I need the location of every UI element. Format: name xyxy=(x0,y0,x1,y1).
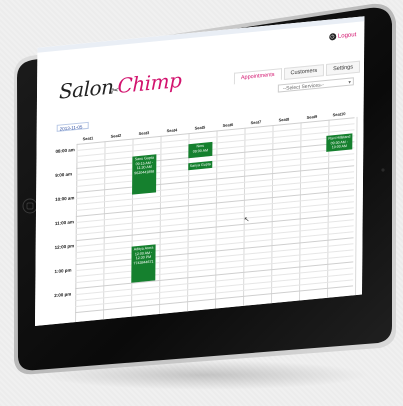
time-label: 1:00 pm xyxy=(54,267,72,275)
time-label: 11:00 am xyxy=(54,219,74,227)
time-label: 2:00 pm xyxy=(54,291,72,299)
seat-header: Seat6 xyxy=(222,121,234,128)
time-column: 08:00 am 9:00 am 10:00 am 11:00 am 12:00… xyxy=(52,143,78,325)
time-label: 10:00 am xyxy=(55,195,75,203)
seat-header: Seat2 xyxy=(110,132,122,139)
time-label: 08:00 am xyxy=(55,147,75,155)
seat-header: Seat1 xyxy=(82,135,94,142)
seat-header: Seat5 xyxy=(194,124,206,131)
camera xyxy=(381,168,385,172)
seat-header: Seat8 xyxy=(278,116,290,123)
app-logo: Salon✂Chimp xyxy=(58,67,182,104)
tab-customers[interactable]: Customers xyxy=(283,64,325,81)
power-icon: ⏻ xyxy=(328,32,336,41)
appointment-block[interactable]: Sanya Gupta xyxy=(188,160,213,171)
seat-header: Seat7 xyxy=(250,119,262,126)
mouse-cursor-icon: ↖ xyxy=(243,216,250,224)
appointment-block[interactable]: Sanu Gupta 09:15 AM - 11:30 AM 962044189… xyxy=(132,154,157,195)
service-select[interactable]: --Select Services-- xyxy=(277,77,354,93)
appointment-grid: Seat1 Seat2 Seat3 Seat4 Seat5 Seat6 Seat… xyxy=(52,109,358,325)
tablet-screen: ⏻ Logout Salon✂Chimp Appointments Custom… xyxy=(35,16,365,327)
salonchimp-app: ⏻ Logout Salon✂Chimp Appointments Custom… xyxy=(35,16,365,327)
seat-header: Seat9 xyxy=(306,113,318,120)
seat-header: Seat4 xyxy=(166,127,178,134)
tab-appointments[interactable]: Appointments xyxy=(233,68,282,85)
home-button xyxy=(22,198,38,214)
appointment-block[interactable]: Neru 09:00 AM xyxy=(188,141,213,159)
appointment-block[interactable]: Aditya Arora 12:00 AM - 12:30 PM 7743844… xyxy=(131,244,156,283)
appointment-block[interactable]: Ravi Hillstand 09:30 AM - 10:00 AM xyxy=(326,133,353,152)
grid-lines: Sanu Gupta 09:15 AM - 11:30 AM 962044189… xyxy=(74,116,358,323)
grid-column-line xyxy=(354,116,358,296)
date-input[interactable]: 2013-11-05 xyxy=(56,121,89,132)
seat-header: Seat10 xyxy=(332,111,346,118)
logout-link[interactable]: ⏻ Logout xyxy=(328,31,357,41)
time-label: 9:00 am xyxy=(55,171,73,179)
tab-settings[interactable]: Settings xyxy=(326,60,361,76)
seat-header: Seat3 xyxy=(138,129,150,137)
logout-label: Logout xyxy=(337,31,357,40)
time-label: 12:00 pm xyxy=(54,243,75,251)
